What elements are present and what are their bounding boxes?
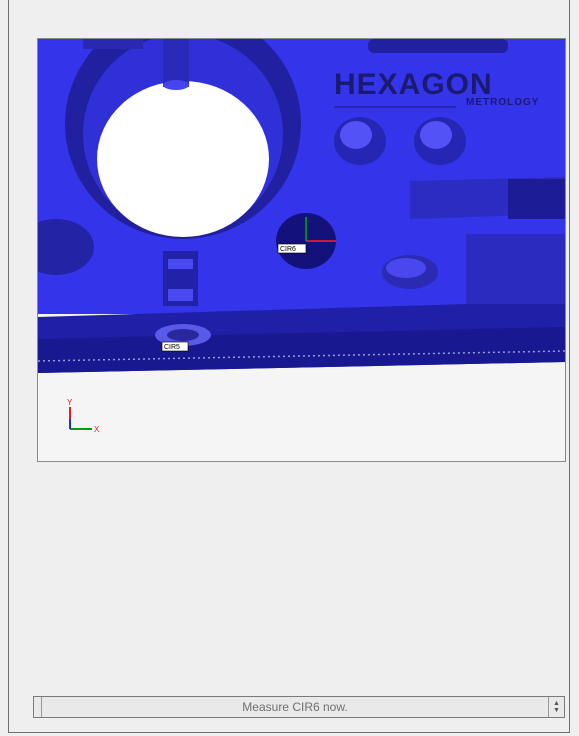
through-hole [97,81,269,237]
chevron-up-icon[interactable]: ▲ [553,700,560,707]
axis-triad-icon: Y X [67,398,100,434]
axis-label-x: X [94,425,100,434]
status-message: Measure CIR6 now. [242,700,348,714]
chevron-down-icon[interactable]: ▼ [553,707,560,714]
status-bar: Measure CIR6 now. ▲ ▼ [33,696,565,718]
cad-3d-viewport[interactable]: HEXAGON METROLOGY CIR6 CIR5 Y X [37,38,566,462]
axis-label-y: Y [67,398,73,407]
feature-label-cir5: CIR5 [164,344,180,351]
feature-label-cir6: CIR6 [280,246,296,253]
logo-subtext: METROLOGY [466,97,539,108]
cir5-feature-marker[interactable]: CIR5 [161,341,189,352]
cad-model-view: HEXAGON METROLOGY CIR6 CIR5 Y X [38,39,565,434]
measurement-panel: HEXAGON METROLOGY CIR6 CIR5 Y X Measure … [8,0,570,733]
status-spinner[interactable]: ▲ ▼ [548,697,564,717]
